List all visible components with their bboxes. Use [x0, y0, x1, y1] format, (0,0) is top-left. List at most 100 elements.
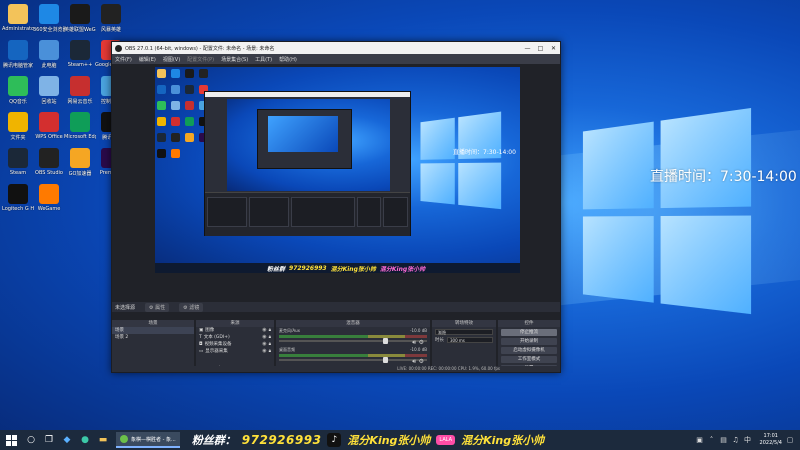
- obs-window-title: OBS 27.0.1 (64-bit, windows) - 配置文件: 未命名…: [125, 45, 275, 52]
- obs-logo-icon: [115, 44, 122, 52]
- obs-icon: [39, 148, 59, 168]
- tray-app-icon[interactable]: ▣: [696, 436, 704, 444]
- volume-icon[interactable]: ♫: [732, 436, 740, 444]
- source-item[interactable]: ◘ 视频采集设备 ◉ 🔒︎: [196, 341, 274, 348]
- properties-button[interactable]: ⚙ 属性: [145, 302, 170, 312]
- desktop-icon[interactable]: Microsoft Edge: [64, 112, 96, 146]
- menu-help[interactable]: 帮助(H): [279, 56, 297, 63]
- source-item[interactable]: ▭ 显示器采集 ◉ 🔒︎: [196, 348, 274, 355]
- close-button[interactable]: ✕: [547, 45, 560, 52]
- filters-button[interactable]: ⚙ 滤镜: [179, 302, 204, 312]
- desktop-icon-label: 此电脑: [41, 63, 57, 69]
- preview-handle-2: 混分King张小帅: [379, 265, 426, 273]
- preview-canvas: 直播时间：7:30-14:00 粉丝群 972926993 混分King张小帅 …: [155, 67, 520, 273]
- stop-streaming-button[interactable]: 停止推流: [501, 329, 557, 336]
- obs-title-bar[interactable]: OBS 27.0.1 (64-bit, windows) - 配置文件: 未命名…: [112, 42, 560, 54]
- menu-edit[interactable]: 编辑(E): [139, 56, 156, 63]
- image-source-icon: ▣: [199, 328, 204, 333]
- preview-game-icon: [199, 69, 208, 78]
- maximize-button[interactable]: □: [534, 45, 547, 52]
- preview-folder-icon: [157, 117, 166, 126]
- duration-label: 时长: [435, 338, 444, 343]
- menu-tools[interactable]: 工具(T): [255, 56, 272, 63]
- preview-netease-icon: [185, 101, 194, 110]
- desktop-icon[interactable]: WPS Office: [33, 112, 65, 146]
- desktop-icon[interactable]: 腾讯电脑管家: [2, 40, 34, 74]
- desktop-icon[interactable]: 文件夹: [2, 112, 34, 146]
- edge-icon[interactable]: ●: [76, 430, 94, 450]
- preview-steam-icon: [157, 133, 166, 142]
- visibility-eye-icon[interactable]: ◉: [262, 342, 266, 347]
- search-icon[interactable]: ○: [22, 430, 40, 450]
- chevron-up-icon[interactable]: ˄: [708, 436, 716, 444]
- minimize-button[interactable]: —: [521, 45, 534, 52]
- obs-window[interactable]: OBS 27.0.1 (64-bit, windows) - 配置文件: 未命名…: [111, 41, 561, 373]
- virtual-camera-button[interactable]: 启动虚拟摄像机: [501, 347, 557, 354]
- desktop-icon[interactable]: 风暴英雄: [95, 4, 127, 38]
- lock-icon[interactable]: 🔒︎: [269, 349, 271, 354]
- menu-profile[interactable]: 配置文件(P): [187, 56, 214, 63]
- desktop-icon[interactable]: Steam: [2, 148, 34, 182]
- desktop-icon[interactable]: OBS Studio: [33, 148, 65, 182]
- mixer-settings-icon[interactable]: ⚙: [419, 358, 424, 365]
- source-item[interactable]: ▣ 图像 ◉ 🔒︎: [196, 327, 274, 334]
- visibility-eye-icon[interactable]: ◉: [262, 328, 266, 333]
- desktop-icon[interactable]: 英雄联盟WeGame: [64, 4, 96, 38]
- notification-icon[interactable]: ▢: [786, 436, 794, 444]
- start-button[interactable]: [0, 430, 22, 450]
- preview-fans-label: 粉丝群: [267, 265, 286, 273]
- desktop-stream-time-overlay: 直播时间：7:30-14:00: [650, 169, 797, 185]
- source-item[interactable]: T 文本 (GDI+) ◉ 🔒︎: [196, 334, 274, 341]
- desktop-icon-label: GO加速器: [68, 171, 92, 177]
- computer-icon: [39, 40, 59, 60]
- menu-file[interactable]: 文件(F): [115, 56, 132, 63]
- file-explorer-icon[interactable]: ▬: [94, 430, 112, 450]
- controls-dock: 控件 停止推流 开始录制 启动虚拟摄像机 工作室模式 设置 退出: [498, 320, 560, 372]
- volume-slider[interactable]: [279, 357, 427, 363]
- desktop-icon-label: QQ音乐: [9, 99, 27, 105]
- taskbar-clock[interactable]: 17:01 2022/5/4: [760, 433, 782, 447]
- desktop-icon[interactable]: GO加速器: [64, 148, 96, 182]
- banner-handle-1: 混分King张小帅: [347, 434, 431, 447]
- accelerator-icon: [70, 148, 90, 168]
- lock-icon[interactable]: 🔒︎: [269, 328, 271, 333]
- menu-view[interactable]: 视图(V): [163, 56, 180, 63]
- mixer-channel-name: 麦克风/Aux: [279, 328, 300, 333]
- studio-mode-button[interactable]: 工作室模式: [501, 356, 557, 363]
- desktop-icon[interactable]: WeGame: [33, 184, 65, 218]
- transition-type-select[interactable]: 渐隐: [435, 329, 493, 335]
- lol-icon: [70, 4, 90, 24]
- lock-icon[interactable]: 🔒︎: [269, 342, 271, 347]
- desktop-icon[interactable]: QQ音乐: [2, 76, 34, 110]
- desktop-icon[interactable]: 360安全浏览器: [33, 4, 65, 38]
- task-view-icon[interactable]: ❐: [40, 430, 58, 450]
- lock-icon[interactable]: 🔒︎: [269, 335, 271, 340]
- mixer-channel-name: 桌面音频: [279, 347, 295, 352]
- taskbar-active-app[interactable]: 象棋—棋胜者 - 象...: [116, 432, 180, 448]
- scene-item[interactable]: 场景 2: [112, 334, 194, 341]
- obs-preview-area[interactable]: 直播时间：7:30-14:00 粉丝群 972926993 混分King张小帅 …: [112, 64, 560, 320]
- input-method-icon[interactable]: 中: [744, 436, 752, 444]
- speaker-icon[interactable]: 🔊︎: [412, 358, 416, 366]
- desktop-icon[interactable]: Steam++: [64, 40, 96, 74]
- preview-obs-icon: [171, 133, 180, 142]
- mixer-settings-icon[interactable]: ⚙: [419, 339, 424, 346]
- menu-scene-collection[interactable]: 场景集合(S): [221, 56, 248, 63]
- start-recording-button[interactable]: 开始录制: [501, 338, 557, 345]
- desktop-icon[interactable]: 回收站: [33, 76, 65, 110]
- preview-wegame-icon: [171, 149, 180, 158]
- desktop-icon[interactable]: Logitech G HUB: [2, 184, 34, 218]
- music-icon: [8, 76, 28, 96]
- desktop-icon[interactable]: 网易云音乐: [64, 76, 96, 110]
- desktop-icon[interactable]: 此电脑: [33, 40, 65, 74]
- desktop-icon[interactable]: Administrator: [2, 4, 34, 38]
- pinned-app-icon[interactable]: ◆: [58, 430, 76, 450]
- visibility-eye-icon[interactable]: ◉: [262, 349, 266, 354]
- mixer-channel-db: -10.0 dB: [410, 347, 427, 352]
- network-icon[interactable]: ▤: [720, 436, 728, 444]
- scene-item[interactable]: 场景: [112, 327, 194, 334]
- duration-input[interactable]: 300 ms: [447, 337, 493, 343]
- visibility-eye-icon[interactable]: ◉: [262, 335, 266, 340]
- preview-windows-logo: [420, 110, 510, 223]
- volume-slider[interactable]: [279, 338, 427, 344]
